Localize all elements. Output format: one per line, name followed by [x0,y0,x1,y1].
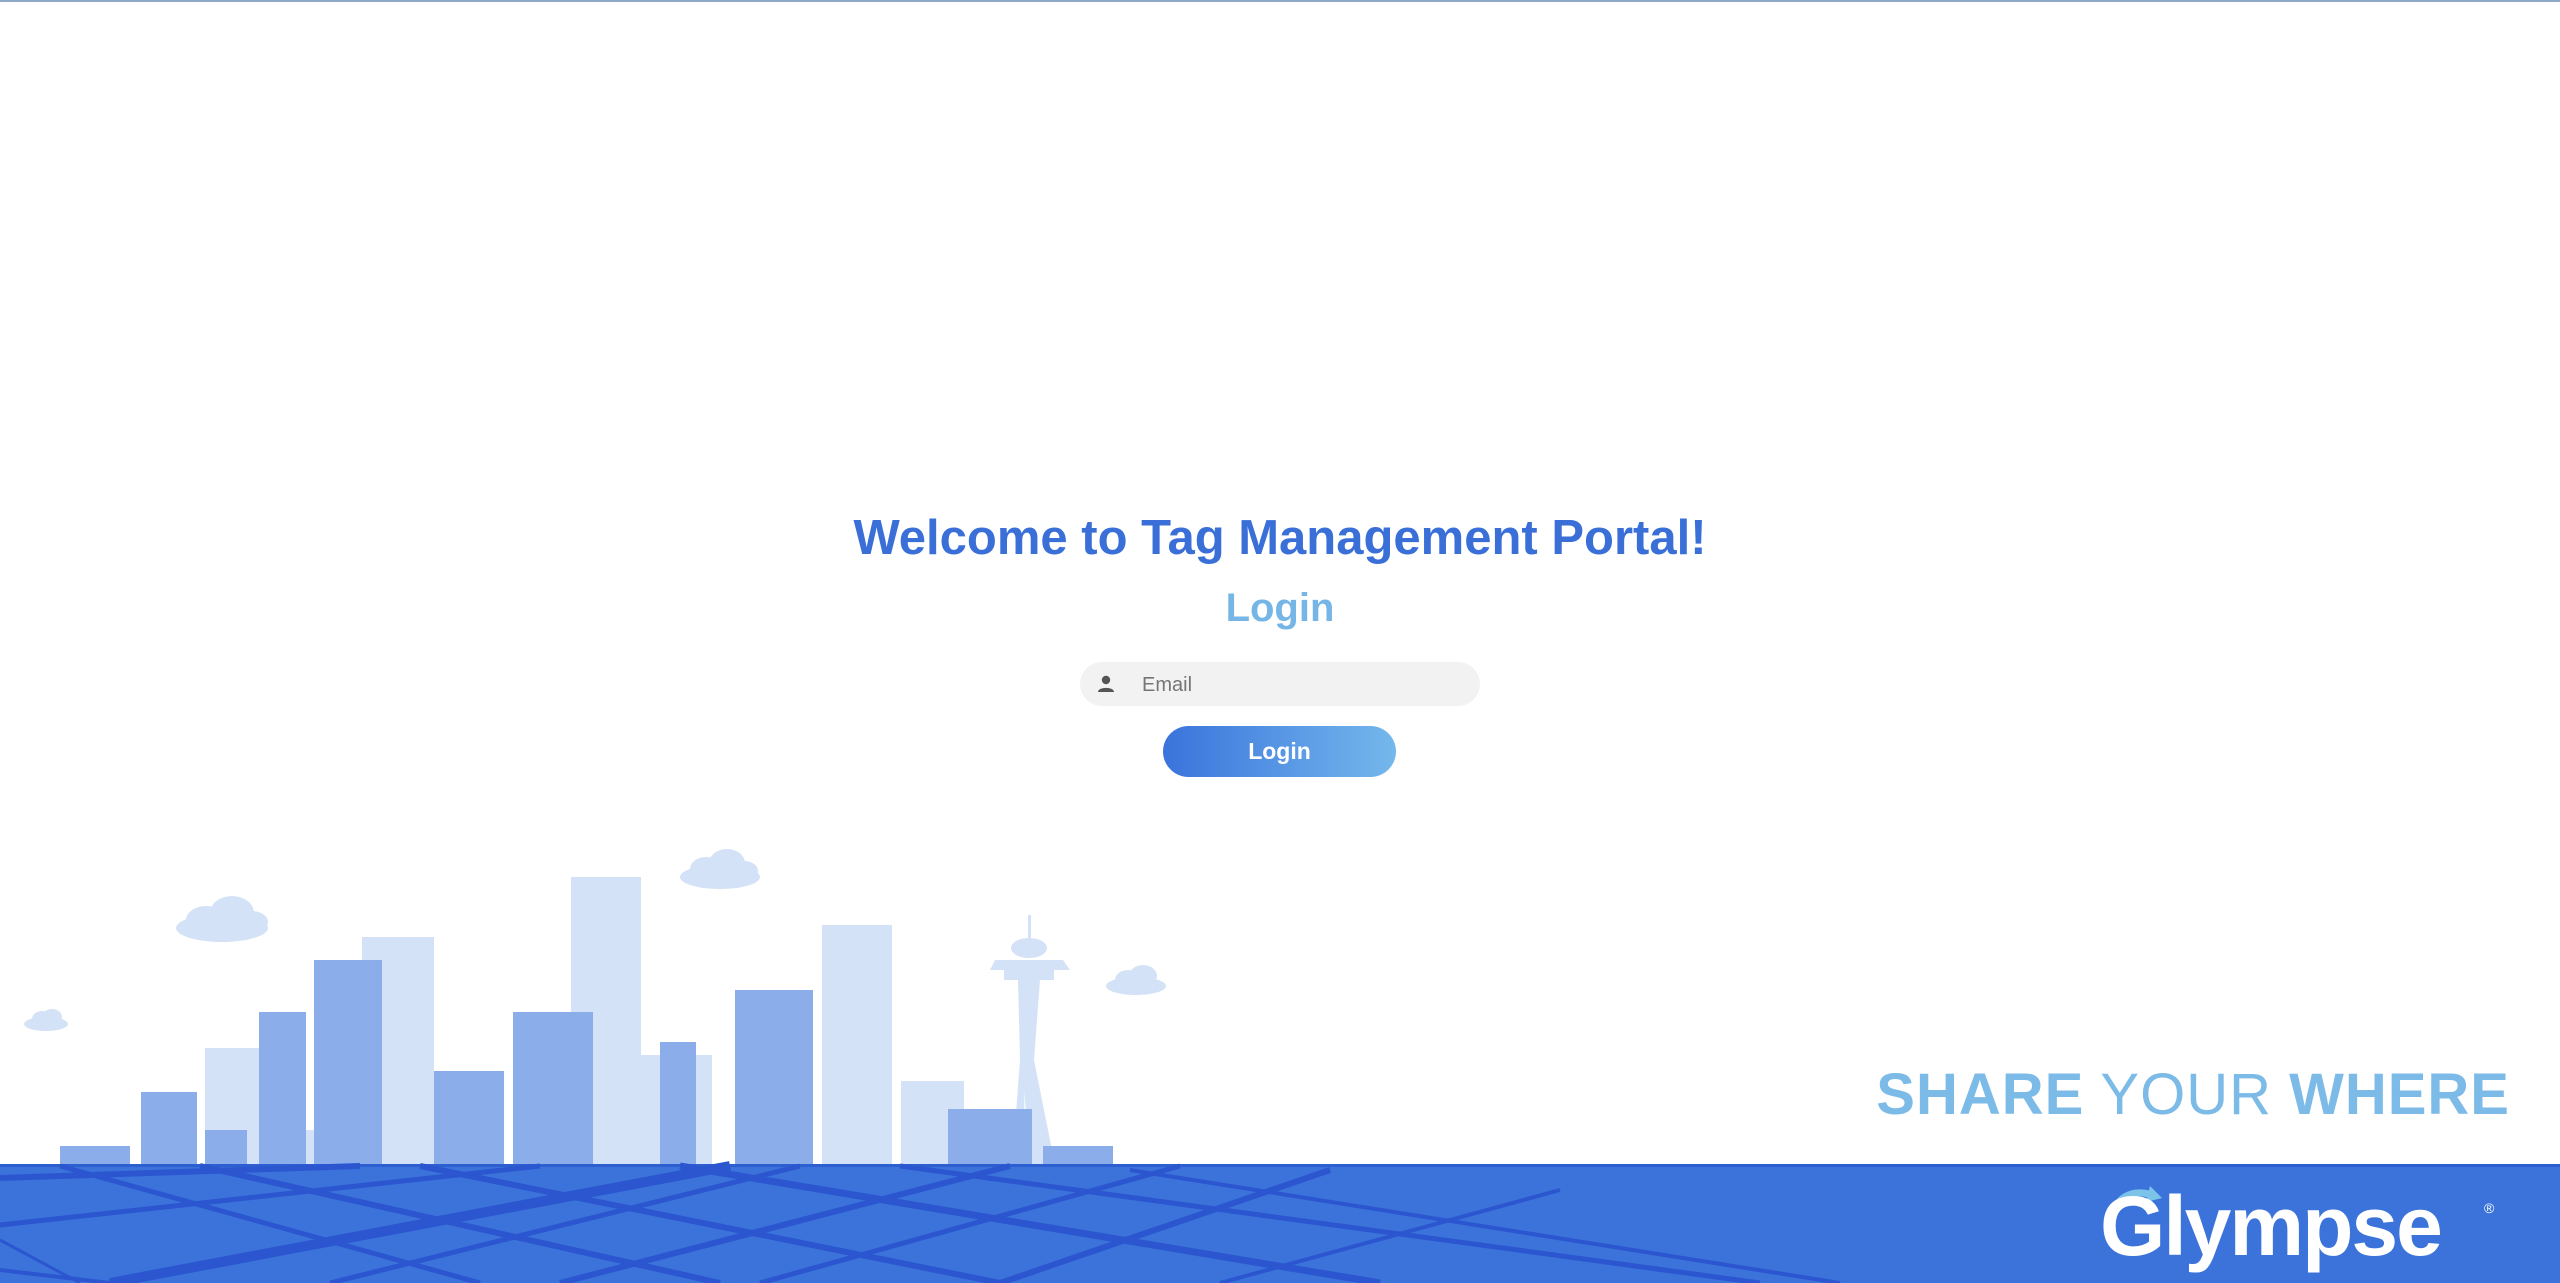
glympse-logo: Glympse ® [2100,1176,2500,1276]
email-field[interactable] [1080,662,1480,708]
page-title: Welcome to Tag Management Portal! [853,511,1707,565]
email-input[interactable] [1140,662,1464,708]
logo-text: Glympse [2100,1179,2443,1273]
tagline: SHARE YOUR WHERE [1876,1060,2510,1130]
cloud-2 [680,849,760,889]
cloud-3 [1106,965,1166,995]
login-page: Welcome to Tag Management Portal! Login … [0,0,2560,1283]
registered-mark: ® [2484,1200,2495,1216]
login-button[interactable]: Login [1163,726,1396,777]
login-heading: Login [1225,586,1335,630]
cloud-1 [176,896,268,942]
tagline-share: SHARE [1876,1062,2085,1127]
tagline-your: YOUR [2100,1062,2272,1127]
cloud-4 [24,1009,68,1031]
person-icon [1098,675,1114,692]
tagline-where: WHERE [2289,1062,2510,1127]
